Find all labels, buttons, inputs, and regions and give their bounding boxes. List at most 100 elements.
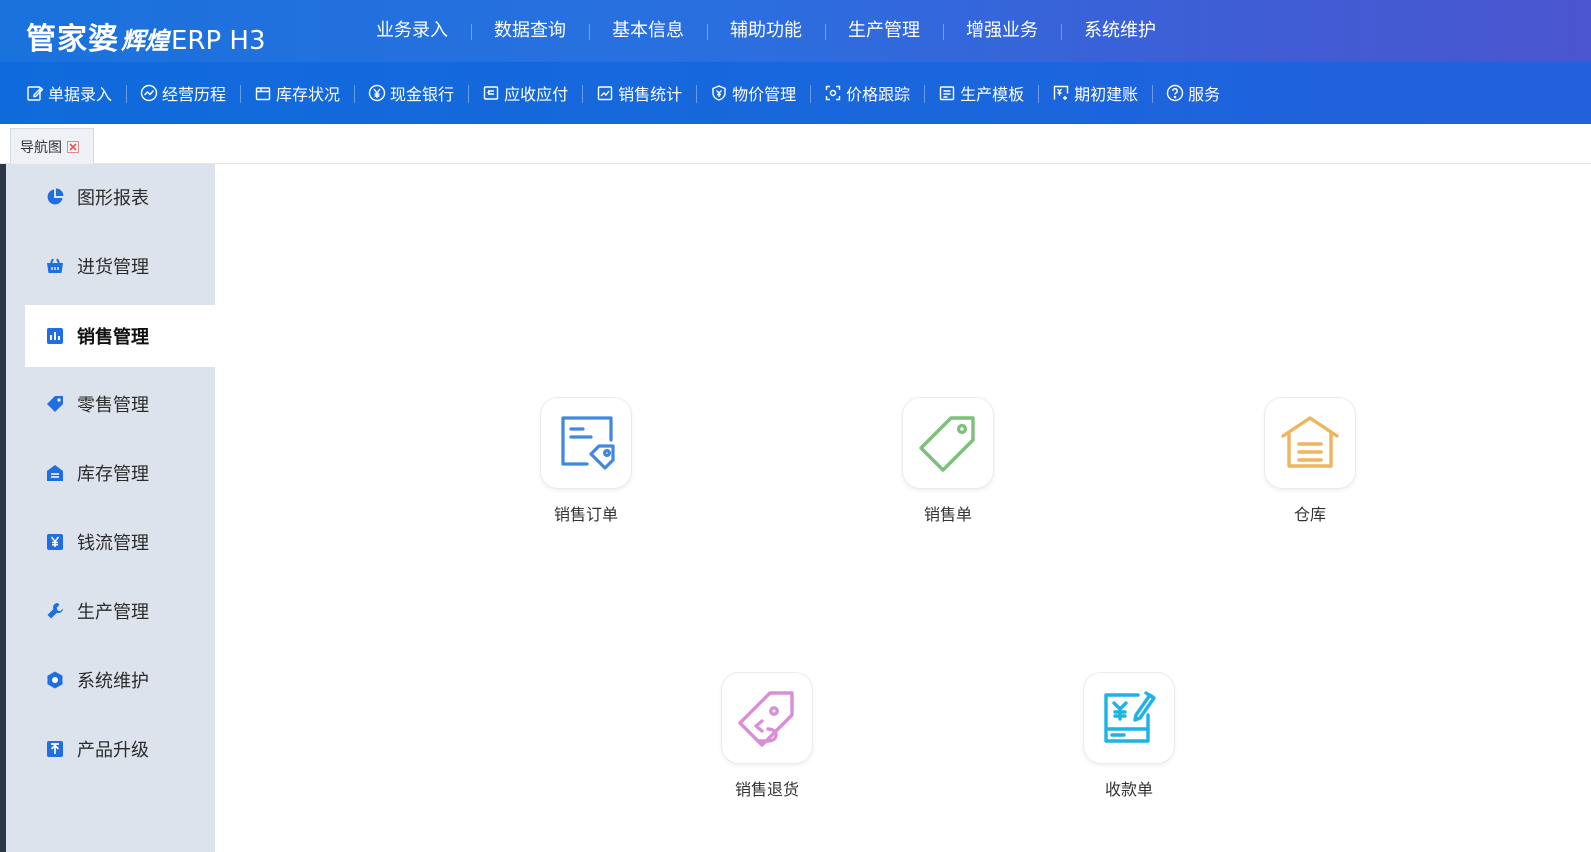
toolbar-doc-entry[interactable]: 单据录入	[26, 62, 126, 124]
edit-icon	[26, 84, 44, 102]
template-icon	[938, 84, 956, 102]
logo-product: ERP H3	[171, 26, 266, 56]
tile-warehouse[interactable]: 仓库	[1245, 397, 1375, 527]
navigation-map: 销售订单 销售单 仓库 销售退货 收款单	[215, 164, 1591, 852]
hexagon-icon	[45, 670, 65, 690]
account-icon	[1052, 84, 1070, 102]
top-header: 管家婆 辉煌 ERP H3 业务录入 数据查询 基本信息 辅助功能 生产管理 增…	[0, 0, 1591, 62]
toolbar-label: 价格跟踪	[846, 85, 911, 104]
help-icon	[1166, 84, 1184, 102]
sidebar-item-label: 零售管理	[77, 395, 149, 416]
toolbar-price-mgmt[interactable]: 物价管理	[696, 62, 810, 124]
sidebar-item-inventory[interactable]: 库存管理	[25, 442, 215, 504]
tile-label: 销售单	[923, 505, 972, 524]
toolbar-label: 单据录入	[48, 85, 113, 104]
bar-chart-icon	[45, 326, 65, 346]
sidebar-item-label: 图形报表	[77, 188, 149, 209]
tile-sales-slip[interactable]: 销售单	[883, 397, 1013, 527]
ledger-icon	[482, 84, 500, 102]
tile-icon-box	[540, 397, 632, 489]
toolbar-label: 期初建账	[1074, 85, 1139, 104]
yuan-circle-icon	[368, 84, 386, 102]
menu-item-aux-functions[interactable]: 辅助功能	[707, 0, 825, 62]
toolbar-cash-bank[interactable]: 现金银行	[354, 62, 468, 124]
warehouse-icon	[45, 463, 65, 483]
app-logo: 管家婆 辉煌 ERP H3	[26, 14, 266, 58]
chart-icon	[596, 84, 614, 102]
sidebar-item-label: 生产管理	[77, 602, 149, 623]
sidebar-item-system[interactable]: 系统维护	[25, 649, 215, 711]
tile-icon-box	[1083, 672, 1175, 764]
menu-item-basic-info[interactable]: 基本信息	[589, 0, 707, 62]
toolbar-price-track[interactable]: 价格跟踪	[810, 62, 924, 124]
toolbar-label: 销售统计	[618, 85, 683, 104]
upgrade-icon	[45, 739, 65, 759]
toolbar-label: 应收应付	[504, 85, 569, 104]
sidebar-item-purchase[interactable]: 进货管理	[25, 235, 215, 297]
tab-label: 导航图	[20, 139, 62, 156]
sales-order-icon	[561, 416, 615, 470]
sidebar-item-label: 进货管理	[77, 257, 149, 278]
sidebar-item-label: 库存管理	[77, 464, 149, 485]
menu-item-data-query[interactable]: 数据查询	[471, 0, 589, 62]
tile-label: 仓库	[1293, 505, 1326, 524]
sidebar: 图形报表 进货管理 销售管理 零售管理 库存管理 钱流管理 生产管理 系统维护 …	[6, 164, 215, 852]
toolbar-receivable[interactable]: 应收应付	[468, 62, 582, 124]
tile-sales-order[interactable]: 销售订单	[521, 397, 651, 527]
menu-item-system[interactable]: 系统维护	[1061, 0, 1179, 62]
toolbar-service[interactable]: 服务	[1152, 62, 1234, 124]
menu-item-production[interactable]: 生产管理	[825, 0, 943, 62]
tag-icon	[45, 394, 65, 414]
sidebar-item-label: 销售管理	[77, 327, 149, 348]
basket-icon	[45, 256, 65, 276]
sales-tag-icon	[919, 416, 975, 472]
sidebar-item-cash-flow[interactable]: 钱流管理	[25, 511, 215, 573]
sidebar-item-graph-report[interactable]: 图形报表	[25, 166, 215, 228]
receipt-icon	[1104, 691, 1156, 743]
box-icon	[254, 84, 272, 102]
tile-receipt[interactable]: 收款单	[1064, 672, 1194, 802]
toolbar-label: 物价管理	[732, 85, 797, 104]
tile-sales-return[interactable]: 销售退货	[702, 672, 832, 802]
sidebar-item-retail[interactable]: 零售管理	[25, 373, 215, 435]
menu-item-enhanced[interactable]: 增强业务	[943, 0, 1061, 62]
toolbar-opening-account[interactable]: 期初建账	[1038, 62, 1152, 124]
logo-brand: 管家婆	[26, 22, 119, 57]
tile-icon-box	[721, 672, 813, 764]
yuan-icon	[45, 532, 65, 552]
toolbar-sales-stats[interactable]: 销售统计	[582, 62, 696, 124]
sidebar-item-production[interactable]: 生产管理	[25, 580, 215, 642]
tab-strip: 导航图	[0, 124, 1591, 164]
main-menu: 业务录入 数据查询 基本信息 辅助功能 生产管理 增强业务 系统维护	[376, 0, 1179, 62]
tile-icon-box	[902, 397, 994, 489]
toolbar-label: 生产模板	[960, 85, 1025, 104]
sidebar-item-upgrade[interactable]: 产品升级	[25, 718, 215, 780]
toolbar-label: 经营历程	[162, 85, 227, 104]
tab-navigation-map[interactable]: 导航图	[10, 128, 94, 164]
sidebar-item-label: 钱流管理	[77, 533, 149, 554]
erp-window: 管家婆 辉煌 ERP H3 业务录入 数据查询 基本信息 辅助功能 生产管理 增…	[0, 0, 1591, 852]
shield-yuan-icon	[710, 84, 728, 102]
target-icon	[824, 84, 842, 102]
toolbar-label: 现金银行	[390, 85, 455, 104]
logo-sub-brand: 辉煌	[121, 27, 169, 55]
close-icon[interactable]	[67, 140, 79, 153]
toolbar-label: 库存状况	[276, 85, 341, 104]
sidebar-item-sales[interactable]: 销售管理	[25, 305, 215, 367]
menu-item-business-entry[interactable]: 业务录入	[376, 0, 471, 62]
sales-return-icon	[738, 691, 794, 747]
trend-icon	[140, 84, 158, 102]
tile-label: 销售退货	[734, 780, 799, 799]
quick-toolbar: 单据录入 经营历程 库存状况 现金银行 应收应付 销售统计 物价管理 价格跟踪 …	[0, 62, 1591, 124]
tile-label: 收款单	[1104, 780, 1153, 799]
toolbar-label: 服务	[1188, 85, 1221, 104]
tile-icon-box	[1264, 397, 1356, 489]
sidebar-item-label: 系统维护	[77, 671, 149, 692]
warehouse-house-icon	[1281, 416, 1339, 468]
tile-label: 销售订单	[553, 505, 618, 524]
toolbar-stock[interactable]: 库存状况	[240, 62, 354, 124]
toolbar-history[interactable]: 经营历程	[126, 62, 240, 124]
toolbar-production-template[interactable]: 生产模板	[924, 62, 1038, 124]
sidebar-item-label: 产品升级	[77, 740, 149, 761]
pie-chart-icon	[45, 187, 65, 207]
